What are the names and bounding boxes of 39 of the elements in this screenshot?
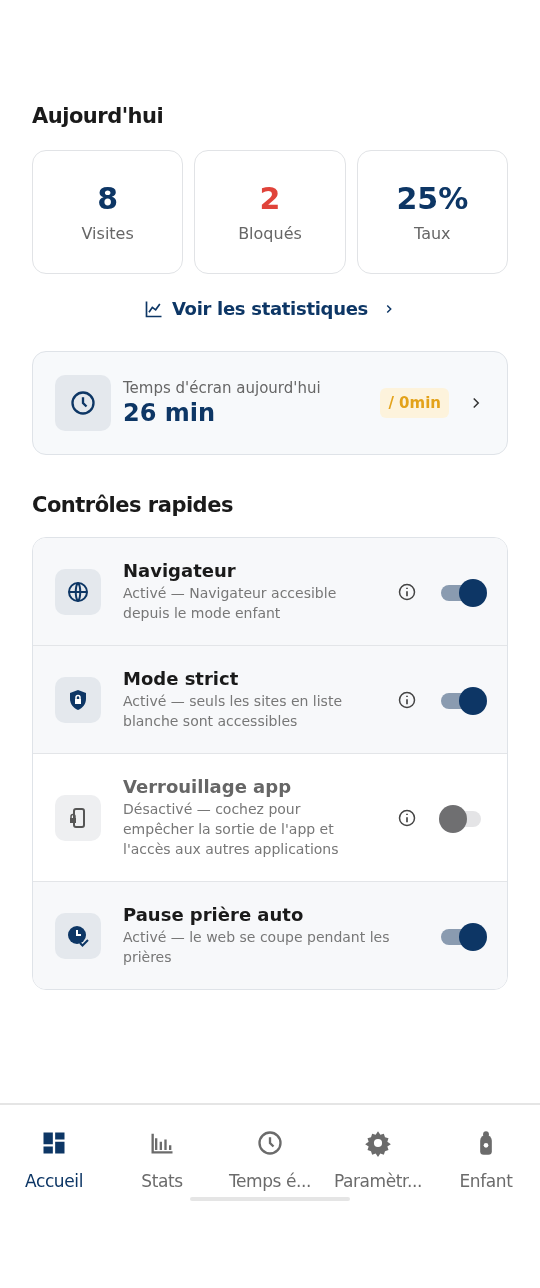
toggle-switch[interactable] (439, 685, 485, 714)
stat-label: Bloqués (238, 224, 302, 243)
nav-tab[interactable]: Stats (108, 1129, 216, 1288)
control-title: Mode strict (123, 668, 240, 690)
control-title: Navigateur (123, 560, 237, 581)
toggle-switch[interactable] (439, 577, 485, 606)
control-description: Désactivé — cochez pour empêcher la sortie de l'app et l'accès aux autres applications (123, 800, 340, 859)
toggle-switch[interactable] (439, 921, 485, 950)
info-icon[interactable] (397, 807, 417, 828)
screen-time-label: Temps d'écran aujourd'hui (123, 379, 322, 397)
statistics-link[interactable]: Voir les statistiques (143, 298, 396, 319)
stat-label: Visites (81, 224, 134, 243)
stat-value: 25% (396, 181, 469, 216)
info-icon[interactable] (397, 581, 417, 602)
nav-tab[interactable]: Paramètr... (324, 1129, 432, 1288)
control-title: Verrouillage app (123, 776, 293, 798)
section-title: Contrôles rapides (32, 493, 234, 517)
control-description: Activé — Navigateur accesible depuis le mode enfant (123, 584, 338, 623)
control-title: Pause prière auto (123, 904, 305, 926)
nav-tab[interactable]: Enfant (432, 1129, 540, 1288)
stat-label: Taux (414, 224, 451, 243)
clock-check-icon (55, 912, 101, 959)
info-icon[interactable] (397, 689, 417, 710)
stat-value: 2 (259, 181, 281, 216)
section-title: Aujourd'hui (32, 104, 165, 128)
settings-icon (364, 1129, 392, 1157)
screen-time-value: 26 min (123, 399, 217, 427)
globe-icon (55, 568, 101, 615)
phone-lock-icon (55, 794, 101, 841)
limit-badge: / 0min (380, 388, 449, 418)
nav-tab[interactable]: Accueil (0, 1129, 108, 1288)
clock-icon (256, 1129, 284, 1157)
nav-tab[interactable]: Temps é... (216, 1129, 324, 1288)
screen-time-card[interactable]: Temps d'écran aujourd'hui 26 min / 0min (32, 351, 508, 455)
shield-lock-icon (55, 676, 101, 723)
control-description: Activé — seuls les sites en liste blanche sont accessibles (123, 692, 343, 731)
stat-value: 8 (97, 181, 119, 216)
control-description: Activé — le web se coupe pendant les prières (123, 928, 391, 967)
clock-icon (55, 375, 111, 431)
